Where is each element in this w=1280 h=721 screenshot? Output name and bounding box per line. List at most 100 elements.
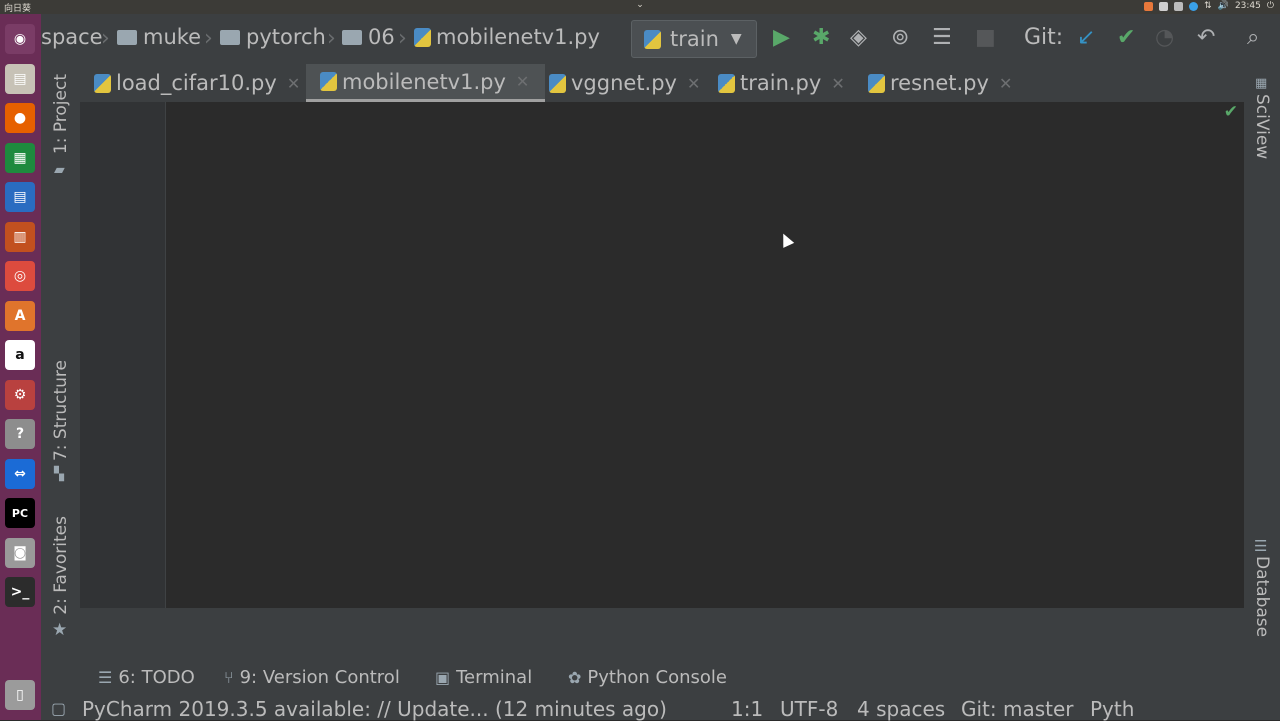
- status-bar: ▢ PyCharm 2019.3.5 available: // Update.…: [41, 696, 1280, 721]
- editor-tabs: load_cifar10.py ✕ mobilenetv1.py ✕ vggne…: [80, 64, 1244, 102]
- tab-train[interactable]: train.py ✕: [718, 64, 845, 102]
- search-icon[interactable]: ⌕: [1247, 26, 1259, 50]
- help-icon[interactable]: ?: [5, 419, 35, 449]
- pycharm-icon[interactable]: PC: [5, 498, 35, 528]
- folder-icon: ▰: [54, 162, 65, 178]
- breadcrumb-file[interactable]: mobilenetv1.py: [414, 25, 600, 49]
- database-icon: ☰: [1254, 537, 1268, 555]
- amazon-icon[interactable]: a: [5, 340, 35, 370]
- git-branch[interactable]: Git: master: [961, 697, 1074, 721]
- firefox-icon[interactable]: ●: [5, 103, 35, 133]
- tab-label: resnet.py: [890, 71, 989, 95]
- chevron-down-icon: ▼: [730, 31, 742, 47]
- breadcrumb-muke[interactable]: muke: [117, 25, 201, 49]
- tab-mobilenetv1[interactable]: mobilenetv1.py ✕: [306, 64, 546, 102]
- project-tool-button[interactable]: 1: Project: [51, 74, 71, 154]
- breadcrumb-space[interactable]: space: [41, 25, 103, 49]
- stop-icon[interactable]: ■: [975, 26, 996, 50]
- revert-icon[interactable]: ↶: [1197, 26, 1215, 50]
- close-icon[interactable]: ✕: [516, 72, 529, 91]
- todo-tool-button[interactable]: ☰ 6: TODO: [98, 667, 195, 688]
- status-message[interactable]: PyCharm 2019.3.5 available: // Update...…: [82, 697, 667, 721]
- structure-tool-button[interactable]: 7: Structure: [51, 360, 71, 461]
- terminal-icon[interactable]: >_: [5, 577, 35, 607]
- run-configuration-select[interactable]: train ▼: [631, 20, 757, 58]
- ubuntu-dash-icon[interactable]: ◉: [5, 24, 35, 54]
- database-tool-label: Database: [1252, 556, 1272, 638]
- sunlogin-tray-icon[interactable]: [1144, 1, 1154, 11]
- keyboard-tray-icon[interactable]: [1159, 1, 1169, 11]
- tab-vggnet[interactable]: vggnet.py ✕: [549, 64, 700, 102]
- terminal-tool-button[interactable]: ▣ Terminal: [435, 667, 532, 688]
- trash-icon[interactable]: ▯: [5, 680, 35, 710]
- libreoffice-writer-icon[interactable]: ▤: [5, 182, 35, 212]
- database-tool-button[interactable]: Database: [1252, 556, 1272, 637]
- tab-label: train.py: [740, 71, 822, 95]
- concurrency-icon[interactable]: ☰: [932, 26, 952, 50]
- favorites-tool-button[interactable]: 2: Favorites: [51, 516, 71, 615]
- clock[interactable]: 23:45: [1235, 1, 1261, 11]
- breadcrumb-label: pytorch: [246, 25, 326, 49]
- code-editor[interactable]: ✔: [166, 102, 1244, 608]
- breadcrumb-pytorch[interactable]: pytorch: [220, 25, 326, 49]
- python-file-icon: [644, 29, 661, 49]
- teamviewer-tray-icon[interactable]: [1189, 1, 1199, 11]
- version-control-tool-button[interactable]: ⑂ 9: Version Control: [224, 667, 400, 688]
- libreoffice-calc-icon[interactable]: ▦: [5, 142, 35, 173]
- coverage-icon[interactable]: ◈: [850, 26, 867, 50]
- chevron-down-icon[interactable]: ⌄: [628, 0, 652, 12]
- left-tool-stripe: 1: Project 7: Structure 2: Favorites ▰ ▚…: [41, 64, 80, 658]
- breadcrumb-label: mobilenetv1.py: [436, 25, 600, 49]
- python-console-tool-button[interactable]: ✿ Python Console: [568, 667, 727, 688]
- git-update-icon[interactable]: ↙: [1077, 26, 1095, 50]
- teamviewer-icon[interactable]: ⇔: [5, 458, 35, 489]
- power-icon[interactable]: ⏻: [1267, 1, 1274, 11]
- close-icon[interactable]: ✕: [999, 74, 1012, 93]
- breadcrumb-separator: ›: [398, 26, 407, 51]
- settings-icon[interactable]: ⚙: [5, 379, 35, 410]
- breadcrumb-separator: ›: [204, 26, 213, 51]
- tab-resnet[interactable]: resnet.py ✕: [868, 64, 1012, 102]
- editor-gutter: [80, 102, 166, 608]
- editor-bottom-margin: [80, 608, 1244, 658]
- bottom-tool-bar: ☰ 6: TODO ⑂ 9: Version Control ▣ Termina…: [41, 658, 1280, 696]
- profile-icon[interactable]: ⊚: [891, 26, 909, 50]
- software-center-icon[interactable]: A: [5, 300, 35, 331]
- git-history-icon[interactable]: ◔: [1155, 26, 1174, 50]
- close-icon[interactable]: ✕: [831, 74, 844, 93]
- libreoffice-impress-icon[interactable]: ▥: [5, 221, 35, 252]
- close-icon[interactable]: ✕: [687, 74, 700, 93]
- python-file-icon: [549, 73, 566, 93]
- launcher: ◉ ▤ ● ▦ ▤ ▥ ◎ Aa ⚙? ⇔ PC ◙ >_ ▯: [0, 14, 41, 720]
- system-tray: ⇅ 🔊 23:45 ⏻: [1144, 1, 1274, 11]
- git-commit-icon[interactable]: ✔: [1117, 26, 1135, 50]
- caret-position[interactable]: 1:1: [731, 697, 763, 721]
- breadcrumb-label: space: [41, 25, 103, 49]
- files-icon[interactable]: ▤: [5, 63, 35, 94]
- terminal-icon: ▣: [435, 668, 451, 687]
- sciview-tool-button[interactable]: SciView: [1252, 94, 1272, 159]
- python-interpreter[interactable]: Pyth: [1090, 697, 1134, 721]
- chrome-icon[interactable]: ◎: [5, 261, 35, 291]
- screenshot-icon[interactable]: ◙: [5, 537, 35, 568]
- indent-setting[interactable]: 4 spaces: [857, 697, 945, 721]
- tool-windows-icon[interactable]: ▢: [51, 699, 66, 718]
- version-control-label: 9: Version Control: [239, 667, 400, 688]
- file-encoding[interactable]: UTF-8: [780, 697, 838, 721]
- debug-icon[interactable]: ✱: [812, 26, 830, 50]
- breadcrumb-label: muke: [143, 25, 202, 49]
- tab-label: load_cifar10.py: [116, 71, 277, 95]
- project-tool-label: 1: Project: [51, 74, 71, 155]
- branch-icon: ⑂: [224, 668, 234, 687]
- network-icon[interactable]: ⇅: [1204, 1, 1212, 11]
- breadcrumb-06[interactable]: 06: [342, 25, 395, 49]
- inspection-ok-icon[interactable]: ✔: [1224, 102, 1238, 122]
- volume-icon[interactable]: 🔊: [1218, 1, 1229, 11]
- todo-label: 6: TODO: [118, 667, 195, 688]
- tab-load-cifar10[interactable]: load_cifar10.py ✕: [94, 64, 300, 102]
- input-method-tray-icon[interactable]: [1174, 1, 1184, 11]
- run-icon[interactable]: ▶: [773, 26, 790, 50]
- close-icon[interactable]: ✕: [287, 74, 300, 93]
- breadcrumb-label: 06: [368, 25, 395, 49]
- sciview-icon: ▦: [1255, 76, 1268, 91]
